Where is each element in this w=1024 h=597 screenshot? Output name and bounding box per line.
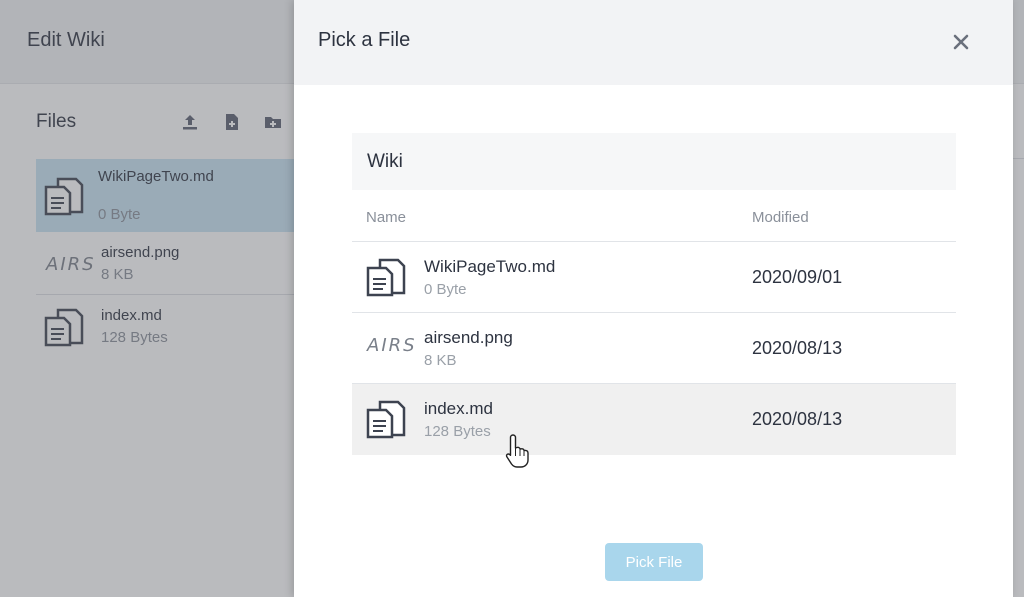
file-size: 8 KB: [424, 352, 457, 369]
table-row[interactable]: index.md 128 Bytes 2020/08/13: [352, 384, 956, 455]
table-header: Name Modified: [352, 190, 956, 242]
airs-thumbnail: AIRS: [367, 335, 417, 356]
breadcrumb: Wiki: [352, 133, 956, 190]
file-table: Wiki Name Modified WikiPageTwo.md 0 Byte…: [352, 133, 956, 455]
table-row[interactable]: WikiPageTwo.md 0 Byte 2020/09/01: [352, 242, 956, 313]
pick-file-dialog: Pick a File Wiki Name Modified WikiPageT…: [294, 0, 1013, 597]
file-modified-date: 2020/08/13: [752, 338, 843, 358]
file-size: 128 Bytes: [424, 423, 491, 440]
close-icon[interactable]: [950, 31, 972, 53]
column-modified-header[interactable]: Modified: [752, 209, 809, 226]
file-modified-date: 2020/09/01: [752, 267, 843, 287]
file-name: index.md: [424, 399, 493, 418]
folder-name[interactable]: Wiki: [367, 151, 403, 173]
table-row[interactable]: AIRS airsend.png 8 KB 2020/08/13: [352, 313, 956, 384]
file-modified-date: 2020/08/13: [752, 409, 843, 429]
document-icon: [366, 400, 406, 439]
file-name: airsend.png: [424, 328, 513, 347]
file-size: 0 Byte: [424, 281, 467, 298]
pick-file-button[interactable]: Pick File: [605, 543, 703, 581]
file-name: WikiPageTwo.md: [424, 257, 556, 276]
dialog-header: Pick a File: [294, 0, 1013, 85]
column-name-header[interactable]: Name: [366, 209, 406, 226]
document-icon: [366, 258, 406, 297]
dialog-title: Pick a File: [318, 29, 411, 51]
